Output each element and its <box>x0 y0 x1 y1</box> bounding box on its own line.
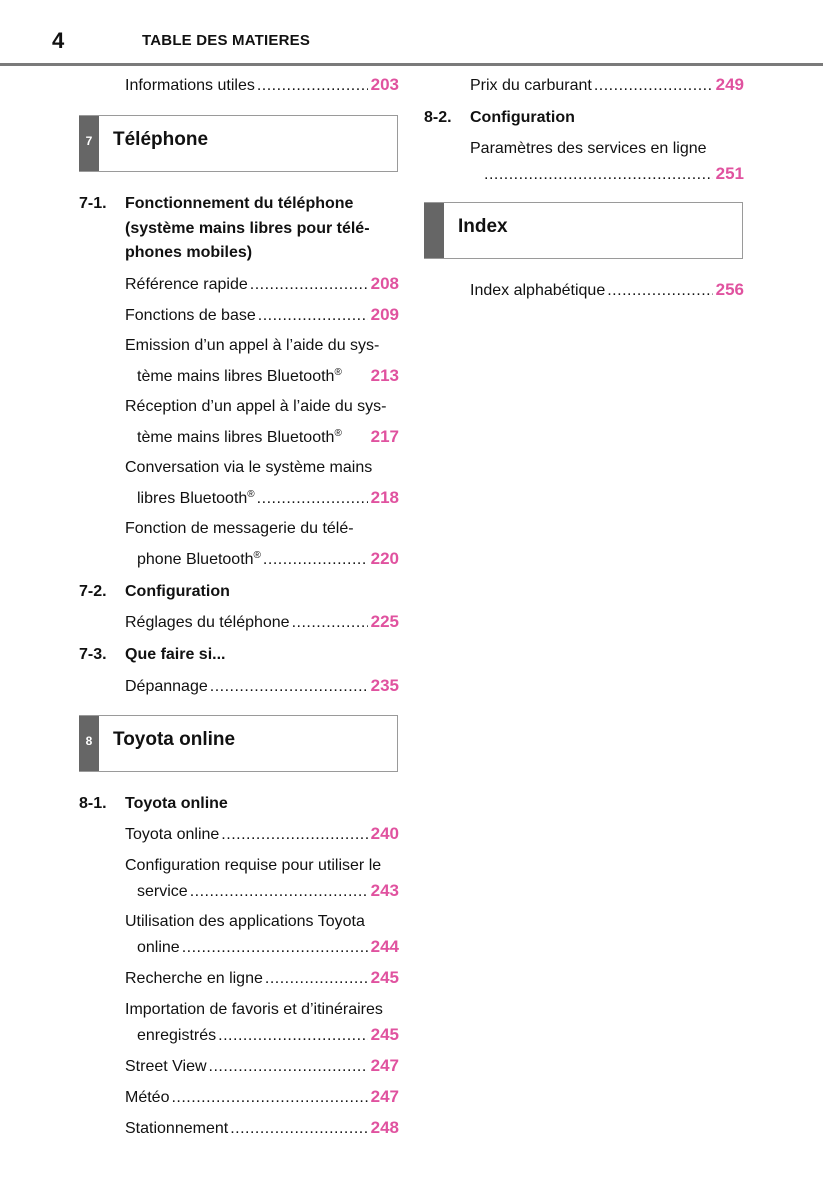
toc-entry[interactable]: Conversation via le système mains libres… <box>79 453 399 514</box>
toc-entry[interactable]: Utilisation des applications Toyota onli… <box>79 909 399 960</box>
chapter-header-toyota-online[interactable]: 8 Toyota online <box>79 714 398 772</box>
chapter-header-telephone[interactable]: 7 Téléphone <box>79 115 398 172</box>
page-link[interactable]: 245 <box>371 963 399 993</box>
toc-entry[interactable]: Fonctions de base209 <box>79 300 399 331</box>
toc-entry[interactable]: Configuration requise pour utiliser le s… <box>79 853 399 904</box>
leader-dots <box>257 71 368 101</box>
page-link[interactable]: 218 <box>371 483 399 513</box>
page-link[interactable]: 203 <box>371 70 399 100</box>
toc-entry[interactable]: Réception d’un appel à l’aide du sys- tè… <box>79 392 399 453</box>
page-link[interactable]: 235 <box>371 671 399 701</box>
page-link[interactable]: 243 <box>371 878 399 903</box>
page-link[interactable]: 251 <box>716 161 744 186</box>
toc-entry[interactable]: Stationnement248 <box>79 1113 399 1144</box>
page-link[interactable]: 249 <box>716 70 744 100</box>
chapter-number-tab <box>424 202 444 258</box>
toc-entry[interactable]: Importation de favoris et d’itinéraires … <box>79 997 399 1048</box>
page-link[interactable]: 213 <box>371 361 399 391</box>
page-link[interactable]: 247 <box>371 1082 399 1112</box>
chapter-title: Toyota online <box>113 728 236 750</box>
toc-entry[interactable]: Toyota online240 <box>79 819 399 850</box>
registered-mark: ® <box>334 366 342 378</box>
chapter-title: Index <box>458 215 508 237</box>
page-link[interactable]: 225 <box>371 607 399 637</box>
section-heading[interactable]: 7-1. Fonctionnement du téléphone (systèm… <box>79 192 399 266</box>
toc-entry[interactable]: Paramètres des services en ligne 251 <box>424 136 744 187</box>
left-column: Informations utiles203 7 Téléphone 7-1. … <box>79 66 399 1144</box>
toc-entry[interactable]: Emission d’un appel à l’aide du sys- tèm… <box>79 331 399 392</box>
toc-entry[interactable]: Météo247 <box>79 1082 399 1113</box>
page-link[interactable]: 245 <box>371 1022 399 1047</box>
registered-mark: ® <box>247 488 255 500</box>
toc-entry[interactable]: Street View247 <box>79 1051 399 1082</box>
chapter-header-index[interactable]: Index <box>424 201 743 259</box>
page-link[interactable]: 244 <box>371 934 399 959</box>
page-link[interactable]: 208 <box>371 269 399 299</box>
registered-mark: ® <box>253 549 261 561</box>
toc-entry[interactable]: Fonction de messagerie du télé- phone Bl… <box>79 514 399 575</box>
section-heading[interactable]: 7-2. Configuration <box>79 580 399 605</box>
section-heading[interactable]: 8-2. Configuration <box>424 106 744 131</box>
toc-entry[interactable]: Dépannage235 <box>79 671 399 702</box>
toc-entry[interactable]: Prix du carburant249 <box>424 70 744 101</box>
page-link[interactable]: 248 <box>371 1113 399 1143</box>
right-column: Prix du carburant249 8-2. Configuration … <box>424 66 744 306</box>
toc-entry[interactable]: Informations utiles203 <box>79 70 399 101</box>
page-link[interactable]: 247 <box>371 1051 399 1081</box>
page-header-title: TABLE DES MATIERES <box>142 32 311 49</box>
section-heading[interactable]: 8-1. Toyota online <box>79 792 399 817</box>
chapter-number-tab: 7 <box>79 116 99 171</box>
page-link[interactable]: 220 <box>371 544 399 574</box>
registered-mark: ® <box>334 427 342 439</box>
toc-entry[interactable]: Réglages du téléphone225 <box>79 607 399 638</box>
page-number: 4 <box>52 28 65 53</box>
section-heading[interactable]: 7-3. Que faire si... <box>79 643 399 668</box>
toc-entry[interactable]: Recherche en ligne245 <box>79 963 399 994</box>
page-link[interactable]: 209 <box>371 300 399 330</box>
page-link[interactable]: 217 <box>371 422 399 452</box>
chapter-title: Téléphone <box>113 129 209 150</box>
page-link[interactable]: 256 <box>716 275 744 305</box>
chapter-number-tab: 8 <box>79 715 99 771</box>
page-link[interactable]: 240 <box>371 819 399 849</box>
toc-entry[interactable]: Référence rapide208 <box>79 269 399 300</box>
toc-entry[interactable]: Index alphabétique256 <box>424 275 744 306</box>
